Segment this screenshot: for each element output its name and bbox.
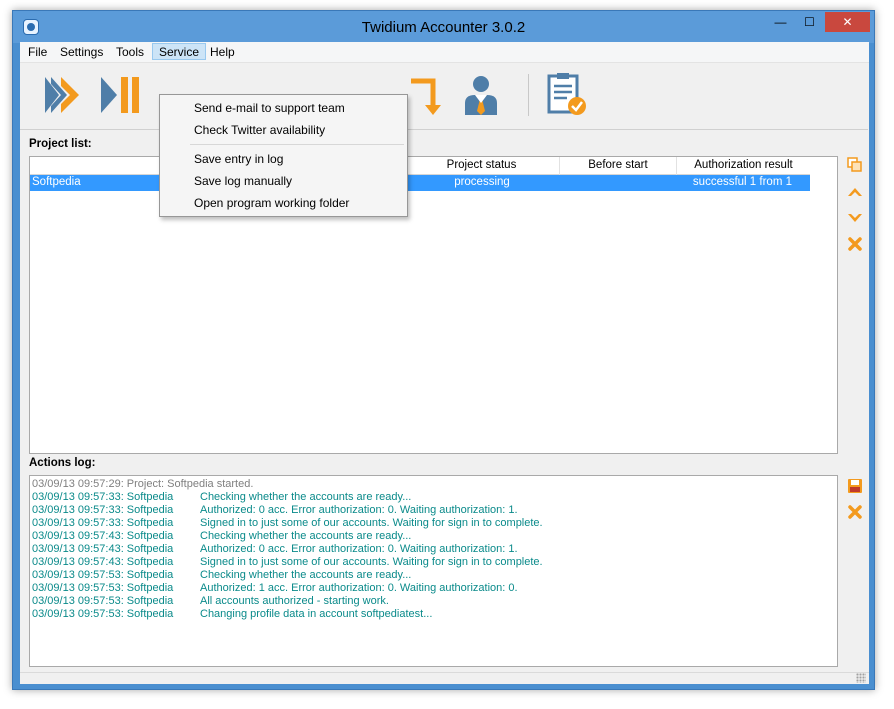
menu-service[interactable]: Service <box>152 43 207 60</box>
log-message: Checking whether the accounts are ready.… <box>200 530 412 542</box>
log-line: 03/09/13 09:57:53: Softpedia All account… <box>32 595 835 608</box>
menu-item-save-log[interactable]: Save log manually <box>161 171 406 191</box>
log-message: Signed in to just some of our accounts. … <box>200 556 543 568</box>
menu-help[interactable]: Help <box>204 45 241 62</box>
log-message: Changing profile data in account softped… <box>200 608 433 620</box>
save-log-button[interactable] <box>847 478 863 494</box>
menu-item-send-email[interactable]: Send e-mail to support team <box>161 98 406 118</box>
pause-icon <box>101 77 139 113</box>
delete-icon <box>848 505 862 519</box>
app-window: Twidium Accounter 3.0.2 — ☐ ✕ File Setti… <box>12 10 875 690</box>
log-time: 03/09/13 09:57:53: Softpedia <box>32 608 174 620</box>
log-time: 03/09/13 09:57:29: Project: Softpedia st… <box>32 478 254 490</box>
log-time: 03/09/13 09:57:53: Softpedia <box>32 569 174 581</box>
menu-file[interactable]: File <box>22 45 53 62</box>
log-line: 03/09/13 09:57:33: Softpedia Authorized:… <box>32 504 835 517</box>
log-time: 03/09/13 09:57:53: Softpedia <box>32 582 174 594</box>
log-time: 03/09/13 09:57:43: Softpedia <box>32 530 174 542</box>
toolbar-separator <box>528 74 529 116</box>
save-icon <box>848 479 862 493</box>
column-before-start[interactable]: Before start <box>560 157 677 175</box>
service-menu-dropdown: Send e-mail to support team Check Twitte… <box>159 94 408 217</box>
move-up-button[interactable] <box>847 184 863 200</box>
log-time: 03/09/13 09:57:33: Softpedia <box>32 517 174 529</box>
log-line: 03/09/13 09:57:53: Softpedia Authorized:… <box>32 582 835 595</box>
report-icon <box>547 73 586 115</box>
resize-grip[interactable] <box>856 673 866 683</box>
maximize-button[interactable]: ☐ <box>796 12 823 32</box>
clear-log-button[interactable] <box>847 504 863 520</box>
pause-button[interactable] <box>98 72 144 118</box>
log-time: 03/09/13 09:57:33: Softpedia <box>32 491 174 503</box>
cell-status: processing <box>454 176 510 188</box>
table-row[interactable]: Softpedia processing successful 1 from 1 <box>30 175 810 191</box>
log-line: 03/09/13 09:57:43: Softpedia Checking wh… <box>32 530 835 543</box>
log-time: 03/09/13 09:57:53: Softpedia <box>32 595 174 607</box>
log-message: Authorized: 0 acc. Error authorization: … <box>200 543 518 555</box>
menu-settings[interactable]: Settings <box>54 45 109 62</box>
duplicate-icon <box>847 157 862 172</box>
title-bar[interactable]: Twidium Accounter 3.0.2 — ☐ ✕ <box>13 11 874 43</box>
grid-header: Project Project status Before start Auth… <box>30 157 810 175</box>
log-message: Authorized: 1 acc. Error authorization: … <box>200 582 518 594</box>
project-grid[interactable]: Project Project status Before start Auth… <box>29 156 838 454</box>
actions-log[interactable]: 03/09/13 09:57:29: Project: Softpedia st… <box>29 475 838 667</box>
log-time: 03/09/13 09:57:43: Softpedia <box>32 543 174 555</box>
client-area: File Settings Tools Service Help Project… <box>20 42 869 684</box>
toolbar <box>20 64 868 130</box>
menu-item-save-entry[interactable]: Save entry in log <box>161 149 406 169</box>
menu-tools[interactable]: Tools <box>110 45 150 62</box>
log-message: Signed in to just some of our accounts. … <box>200 517 543 529</box>
actions-log-label: Actions log: <box>29 457 96 469</box>
log-line: 03/09/13 09:57:33: Softpedia Checking wh… <box>32 491 835 504</box>
project-list-label: Project list: <box>29 138 92 150</box>
cell-before-start <box>560 175 677 191</box>
start-icon <box>45 77 79 113</box>
user-button[interactable] <box>458 72 504 118</box>
move-down-button[interactable] <box>847 210 863 226</box>
arrow-down-icon <box>848 214 862 222</box>
report-button[interactable] <box>544 72 590 118</box>
log-line: 03/09/13 09:57:53: Softpedia Checking wh… <box>32 569 835 582</box>
window-title: Twidium Accounter 3.0.2 <box>361 19 526 36</box>
menu-bar: File Settings Tools Service Help <box>20 42 869 63</box>
log-time: 03/09/13 09:57:43: Softpedia <box>32 556 174 568</box>
column-project-status[interactable]: Project status <box>404 157 560 175</box>
log-line: 03/09/13 09:57:29: Project: Softpedia st… <box>32 478 835 491</box>
log-time: 03/09/13 09:57:33: Softpedia <box>32 504 174 516</box>
column-authorization-result[interactable]: Authorization result <box>677 157 810 175</box>
close-button[interactable]: ✕ <box>825 12 870 32</box>
log-line: 03/09/13 09:57:43: Softpedia Signed in t… <box>32 556 835 569</box>
arrow-up-icon <box>848 188 862 196</box>
minimize-button[interactable]: — <box>767 12 794 32</box>
menu-item-check-twitter[interactable]: Check Twitter availability <box>161 120 406 140</box>
start-button[interactable] <box>40 72 86 118</box>
status-bar <box>20 672 869 684</box>
user-icon <box>465 76 497 115</box>
log-message: All accounts authorized - starting work. <box>200 595 389 607</box>
log-message: Authorized: 0 acc. Error authorization: … <box>200 504 518 516</box>
delete-project-button[interactable] <box>847 236 863 252</box>
duplicate-project-button[interactable] <box>847 157 863 173</box>
log-message: Checking whether the accounts are ready.… <box>200 491 412 503</box>
log-line: 03/09/13 09:57:53: Softpedia Changing pr… <box>32 608 835 621</box>
menu-item-open-folder[interactable]: Open program working folder <box>161 193 406 213</box>
import-icon <box>411 78 441 115</box>
menu-separator <box>190 144 404 145</box>
log-message: Checking whether the accounts are ready.… <box>200 569 412 581</box>
delete-icon <box>848 237 862 251</box>
log-line: 03/09/13 09:57:43: Softpedia Authorized:… <box>32 543 835 556</box>
cell-auth-result: successful 1 from 1 <box>692 176 792 188</box>
log-line: 03/09/13 09:57:33: Softpedia Signed in t… <box>32 517 835 530</box>
